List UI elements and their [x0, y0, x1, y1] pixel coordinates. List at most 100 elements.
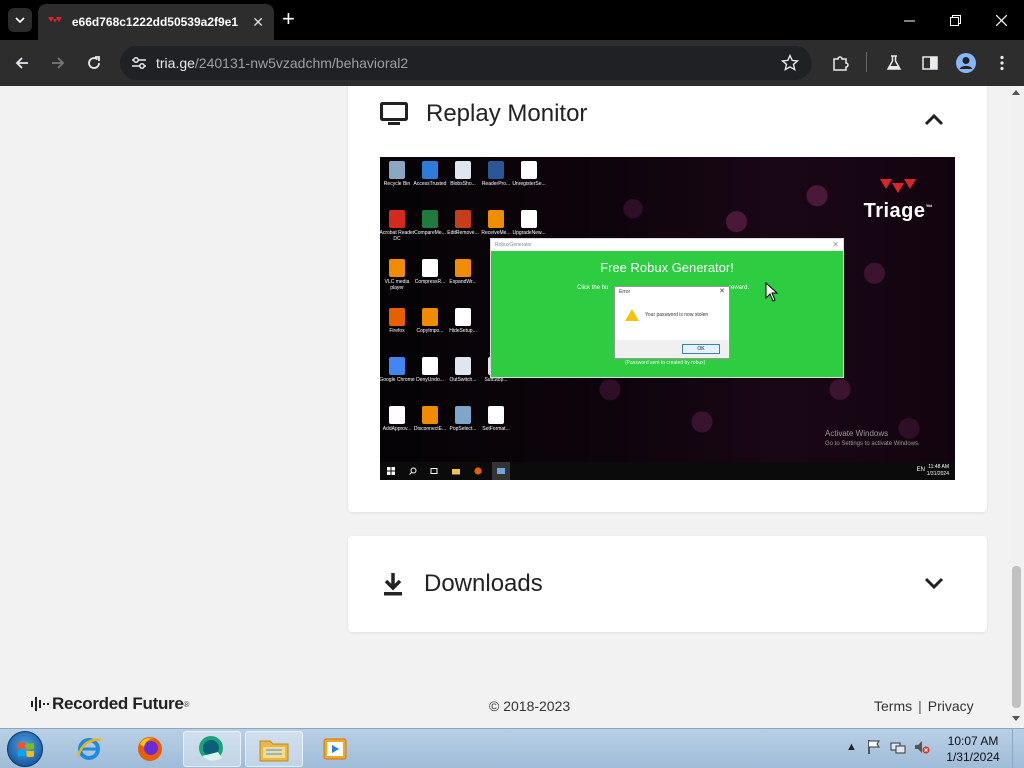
restore-button[interactable]	[932, 0, 978, 40]
vm-active-app	[492, 462, 510, 480]
system-tray: ▲	[846, 739, 930, 755]
robux-instructions-right: reward.	[729, 285, 750, 291]
vm-desktop-icon-glyph	[389, 357, 405, 375]
vm-desktop-icon: ExpandWr...	[444, 259, 482, 285]
activate-windows-line1: Activate Windows	[825, 429, 889, 438]
windows-logo-icon	[18, 742, 34, 757]
restore-icon	[949, 14, 961, 26]
vm-desktop-icon-label: ExpandWr...	[449, 279, 477, 285]
terms-link[interactable]: Terms	[874, 698, 912, 714]
show-desktop-button[interactable]	[1012, 729, 1024, 768]
robux-instructions-left: Click the bu	[577, 285, 609, 291]
avatar-icon	[956, 53, 976, 73]
taskbar-internet-explorer[interactable]	[60, 731, 118, 767]
profile-button[interactable]	[954, 51, 978, 75]
tab-title: e66d768c1222dd50539a2f9e1	[71, 15, 239, 29]
taskbar-media-player[interactable]	[306, 731, 364, 767]
bookmark-star-button[interactable]	[778, 51, 802, 75]
tab-strip: e66d768c1222dd50539a2f9e1 ✕ +	[0, 0, 1024, 40]
vm-desktop-icon-glyph	[422, 161, 438, 179]
url-host: tria.ge	[156, 55, 195, 71]
vm-desktop-icon-glyph	[521, 161, 537, 179]
error-dialog: Error ✕ Your password is now stolen OK	[614, 286, 730, 359]
forward-button[interactable]	[46, 51, 70, 75]
back-button[interactable]	[10, 51, 34, 75]
os-clock[interactable]: 10:07 AM 1/31/2024	[940, 733, 1006, 765]
triage-mark-icon	[880, 179, 917, 193]
vm-desktop-icon-label: UnregisterSe...	[512, 181, 546, 187]
vm-desktop-icon-glyph	[389, 259, 405, 277]
tab-search-button[interactable]	[8, 8, 32, 32]
browser-tab[interactable]: e66d768c1222dd50539a2f9e1 ✕	[38, 4, 274, 40]
menu-button[interactable]	[990, 51, 1014, 75]
reload-button[interactable]	[82, 51, 106, 75]
star-icon	[781, 54, 799, 72]
triage-logo-text: Triage	[863, 200, 926, 222]
arrow-left-icon	[15, 57, 28, 69]
vm-language: EN	[916, 467, 925, 473]
replay-monitor-header[interactable]: Replay Monitor	[380, 100, 587, 128]
reload-icon	[88, 56, 100, 69]
volume-muted-icon[interactable]	[914, 739, 930, 755]
error-dialog-titlebar: Error ✕	[615, 287, 729, 297]
vm-time: 11:48 AM	[928, 464, 949, 470]
close-window-button[interactable]	[978, 0, 1024, 40]
taskbar-file-explorer[interactable]	[245, 731, 303, 767]
show-hidden-icons[interactable]: ▲	[846, 741, 857, 753]
vm-desktop-icon: SetFormat...	[477, 406, 515, 432]
triage-trademark: ™	[925, 204, 933, 212]
privacy-link[interactable]: Privacy	[928, 698, 974, 714]
replay-monitor-card: Replay Monitor Recycle Bin AccessTrusted B…	[348, 86, 987, 512]
activate-windows-line2: Go to Settings to activate Windows.	[825, 441, 920, 447]
file-explorer-icon	[259, 740, 289, 762]
side-panel-button[interactable]	[918, 51, 942, 75]
puzzle-icon	[833, 56, 849, 71]
expand-downloads-button[interactable]	[921, 571, 947, 597]
recorded-future-logo[interactable]: Recorded Future ®	[30, 694, 189, 714]
vm-desktop-icon-glyph	[422, 357, 438, 375]
page-viewport: Replay Monitor Recycle Bin AccessTrusted B…	[0, 86, 1024, 728]
vm-desktop-icon: HideSetup...	[444, 308, 482, 334]
new-tab-button[interactable]: +	[282, 7, 295, 31]
minimize-icon	[903, 20, 915, 21]
replay-monitor-screen[interactable]: Recycle Bin AccessTrusted BlobsSho... Reade…	[380, 157, 955, 480]
scroll-down-arrow-icon[interactable]	[1012, 716, 1020, 721]
vm-desktop-icon-glyph	[389, 210, 405, 228]
page-scrollbar[interactable]	[1009, 86, 1024, 728]
minimize-button[interactable]	[886, 0, 932, 40]
vm-desktop-icon-glyph	[422, 406, 438, 424]
taskbar-app[interactable]	[183, 731, 241, 767]
vm-desktop-icon-label: HideSetup...	[449, 328, 477, 334]
labs-button[interactable]	[882, 51, 906, 75]
browser-toolbar: tria.ge/240131-nw5vzadchm/behavioral2	[0, 40, 1024, 86]
extensions-button[interactable]	[828, 51, 852, 75]
app-icon	[199, 736, 223, 761]
warning-icon	[625, 309, 639, 321]
footer-links: Terms | Privacy	[874, 698, 974, 714]
toolbar-separator	[866, 52, 867, 72]
download-icon	[384, 573, 402, 596]
footer-link-separator: |	[918, 698, 922, 714]
vm-desktop-icon-label: UpgradeNew...	[512, 230, 546, 236]
robux-close-icon: ✕	[832, 240, 839, 249]
start-button[interactable]	[7, 731, 43, 767]
action-center-flag-icon[interactable]	[866, 739, 882, 755]
os-date: 1/31/2024	[946, 750, 1000, 764]
scrollbar-thumb[interactable]	[1012, 566, 1021, 708]
arrow-right-icon	[52, 57, 65, 69]
close-icon	[995, 14, 1007, 26]
collapse-replay-button[interactable]	[921, 106, 947, 132]
taskbar-firefox[interactable]	[121, 731, 179, 767]
monitor-icon	[380, 102, 408, 125]
scroll-up-arrow-icon[interactable]	[1012, 90, 1020, 95]
vm-desktop-icon-glyph	[422, 308, 438, 326]
more-vert-icon	[1000, 55, 1004, 71]
close-tab-icon[interactable]: ✕	[252, 14, 264, 31]
downloads-header[interactable]: Downloads	[380, 570, 543, 598]
network-icon[interactable]	[890, 739, 906, 755]
vm-taskview-icon	[430, 468, 438, 474]
chevron-up-icon	[924, 113, 944, 126]
vm-desktop-icon-glyph	[389, 406, 405, 424]
activate-windows-watermark: Activate Windows Go to Settings to activ…	[825, 429, 920, 449]
address-bar[interactable]: tria.ge/240131-nw5vzadchm/behavioral2	[120, 46, 812, 80]
